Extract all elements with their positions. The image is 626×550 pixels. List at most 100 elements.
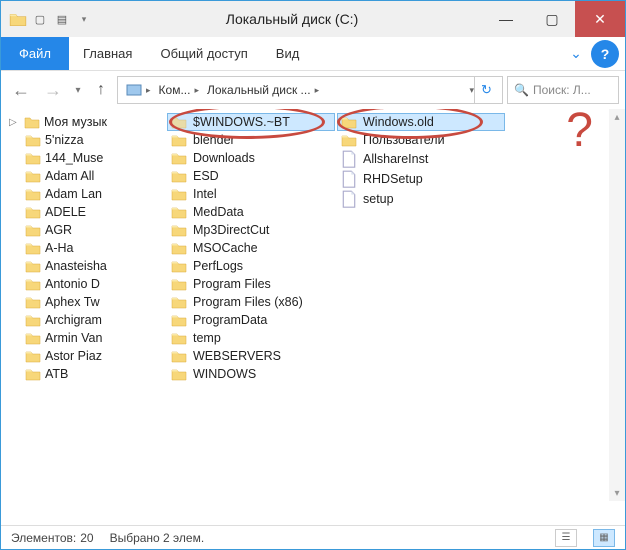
- tree-item[interactable]: Archigram: [5, 311, 161, 329]
- folder-item[interactable]: PerfLogs: [167, 257, 335, 275]
- tree-item-label: ADELE: [45, 205, 86, 219]
- minimize-button[interactable]: —: [483, 1, 529, 37]
- scroll-down-icon[interactable]: ▾: [609, 485, 625, 501]
- tree-item-label: Archigram: [45, 313, 102, 327]
- file-item[interactable]: AllshareInst: [337, 149, 505, 169]
- back-button[interactable]: ←: [7, 76, 35, 104]
- address-bar[interactable]: ▸ Ком...▸ Локальный диск ...▸ ▾ ↻: [117, 76, 503, 104]
- folder-item[interactable]: Mp3DirectCut: [167, 221, 335, 239]
- folder-item[interactable]: Пользователи: [337, 131, 505, 149]
- folder-icon: [25, 295, 41, 309]
- tree-item[interactable]: Armin Van: [5, 329, 161, 347]
- file-item[interactable]: setup: [337, 189, 505, 209]
- folder-item[interactable]: ProgramData: [167, 311, 335, 329]
- tree-item[interactable]: A-Ha: [5, 239, 161, 257]
- tree-root[interactable]: ▷ Моя музык: [5, 113, 161, 131]
- tree-item[interactable]: Adam All: [5, 167, 161, 185]
- item-label: WINDOWS: [193, 367, 256, 381]
- file-icon: [341, 191, 357, 207]
- folder-item[interactable]: Program Files (x86): [167, 293, 335, 311]
- folder-icon: [25, 151, 41, 165]
- qat-properties-icon[interactable]: ▤: [53, 10, 71, 28]
- search-input[interactable]: 🔍 Поиск: Л...: [507, 76, 619, 104]
- close-button[interactable]: ✕: [575, 1, 625, 37]
- scroll-up-icon[interactable]: ▴: [609, 109, 625, 125]
- folder-item[interactable]: Intel: [167, 185, 335, 203]
- folder-item[interactable]: Windows.old: [337, 113, 505, 131]
- status-count: 20: [80, 531, 93, 545]
- folder-icon: [25, 259, 41, 273]
- folder-item[interactable]: temp: [167, 329, 335, 347]
- forward-button[interactable]: →: [39, 76, 67, 104]
- tab-file[interactable]: Файл: [1, 37, 69, 70]
- item-label: temp: [193, 331, 221, 345]
- item-label: blender: [193, 133, 235, 147]
- tab-view[interactable]: Вид: [262, 37, 314, 70]
- tree-item-label: Adam Lan: [45, 187, 102, 201]
- maximize-button[interactable]: ▢: [529, 1, 575, 37]
- view-icons-button[interactable]: ▦: [593, 529, 615, 547]
- folder-item[interactable]: MedData: [167, 203, 335, 221]
- tree-item[interactable]: Anasteisha: [5, 257, 161, 275]
- window-title: Локальный диск (C:): [101, 11, 483, 27]
- tree-item[interactable]: Astor Piaz: [5, 347, 161, 365]
- ribbon-expand-icon[interactable]: ⌄: [563, 37, 589, 70]
- file-pane: $WINDOWS.~BT blender DownloadsESD Intel MedD…: [161, 109, 625, 525]
- qat-new-icon[interactable]: ▢: [31, 10, 49, 28]
- folder-icon: [171, 313, 187, 327]
- folder-item[interactable]: WINDOWS: [167, 365, 335, 383]
- tree-item-label: Astor Piaz: [45, 349, 102, 363]
- file-item[interactable]: RHDSetup: [337, 169, 505, 189]
- folder-item[interactable]: Downloads: [167, 149, 335, 167]
- tree-item[interactable]: Adam Lan: [5, 185, 161, 203]
- status-selected: Выбрано 2 элем.: [110, 531, 205, 545]
- folder-item[interactable]: WEBSERVERS: [167, 347, 335, 365]
- folder-item[interactable]: $WINDOWS.~BT: [167, 113, 335, 131]
- tree-item-label: Armin Van: [45, 331, 102, 345]
- item-label: MSOCache: [193, 241, 258, 255]
- folder-item[interactable]: MSOCache: [167, 239, 335, 257]
- tree-item[interactable]: Aphex Tw: [5, 293, 161, 311]
- tree-item[interactable]: ADELE: [5, 203, 161, 221]
- tree-item[interactable]: ATB: [5, 365, 161, 383]
- folder-icon: [171, 241, 187, 255]
- music-folder-icon: [24, 115, 40, 129]
- status-count-label: Элементов:: [11, 531, 76, 545]
- breadcrumb-seg1[interactable]: Ком...▸: [155, 83, 203, 97]
- tab-home[interactable]: Главная: [69, 37, 146, 70]
- breadcrumb-root-icon[interactable]: ▸: [122, 83, 155, 97]
- folder-icon: [9, 10, 27, 28]
- breadcrumb-seg2[interactable]: Локальный диск ...▸: [203, 83, 323, 97]
- tree-root-label: Моя музык: [44, 115, 107, 129]
- folder-item[interactable]: Program Files: [167, 275, 335, 293]
- titlebar: ▢ ▤ ▾ Локальный диск (C:) — ▢ ✕: [1, 1, 625, 37]
- tab-share[interactable]: Общий доступ: [146, 37, 261, 70]
- history-dropdown-icon[interactable]: ▾: [71, 76, 85, 104]
- folder-icon: [171, 367, 187, 381]
- view-details-button[interactable]: ☰: [555, 529, 577, 547]
- folder-item[interactable]: blender: [167, 131, 335, 149]
- folder-icon: [171, 205, 187, 219]
- tree-item-label: Adam All: [45, 169, 94, 183]
- folder-icon: [25, 205, 41, 219]
- item-label: Intel: [193, 187, 217, 201]
- tree-item-label: Anasteisha: [45, 259, 107, 273]
- tree-item-label: Aphex Tw: [45, 295, 100, 309]
- help-button[interactable]: ?: [591, 40, 619, 68]
- folder-icon: [25, 313, 41, 327]
- tree-item[interactable]: AGR: [5, 221, 161, 239]
- qat-dropdown-icon[interactable]: ▾: [75, 10, 93, 28]
- up-button[interactable]: ↑: [89, 78, 113, 102]
- tree-item[interactable]: Antonio D: [5, 275, 161, 293]
- expand-icon[interactable]: ▷: [9, 117, 20, 128]
- folder-icon: [171, 133, 187, 147]
- tree-item[interactable]: 144_Muse: [5, 149, 161, 167]
- folder-icon: [171, 349, 187, 363]
- item-label: MedData: [193, 205, 244, 219]
- refresh-button[interactable]: ↻: [474, 77, 498, 103]
- folder-icon: [25, 223, 41, 237]
- tree-item[interactable]: 5'nizza: [5, 131, 161, 149]
- folder-item[interactable]: ESD: [167, 167, 335, 185]
- scrollbar-vertical[interactable]: ▴ ▾: [609, 109, 625, 501]
- tree-item-label: AGR: [45, 223, 72, 237]
